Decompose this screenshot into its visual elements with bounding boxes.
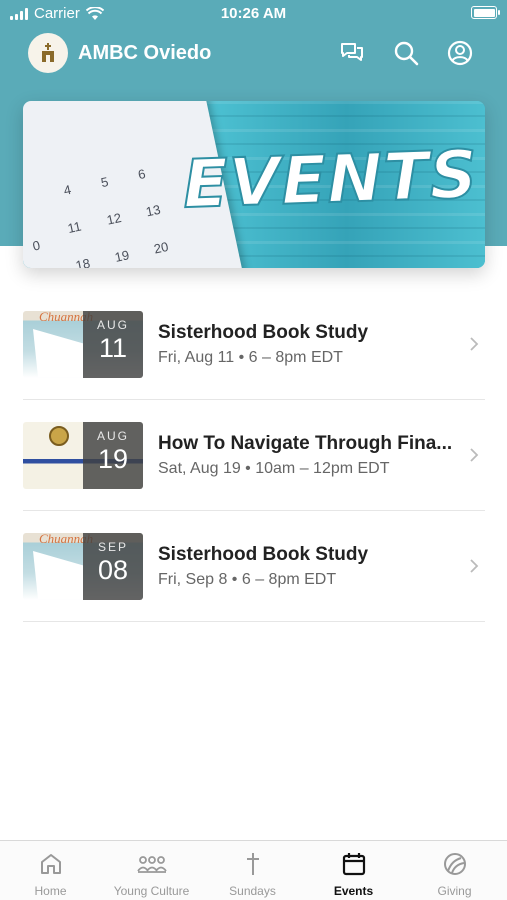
event-thumbnail: AUG 19 bbox=[23, 422, 143, 489]
home-icon bbox=[40, 854, 61, 874]
tab-events[interactable]: Events bbox=[303, 841, 404, 900]
chevron-right-icon bbox=[470, 559, 479, 573]
events-list: Chuannah AUG 11 Sisterhood Book Study Fr… bbox=[23, 289, 485, 622]
event-row[interactable]: Chuannah SEP 08 Sisterhood Book Study Fr… bbox=[23, 511, 485, 622]
group-icon bbox=[136, 856, 167, 873]
date-badge: SEP 08 bbox=[83, 533, 143, 600]
chevron-right-icon bbox=[470, 448, 479, 462]
tab-sundays[interactable]: Sundays bbox=[202, 841, 303, 900]
banner-title: EVENTS bbox=[181, 135, 481, 224]
tab-young-culture[interactable]: Young Culture bbox=[101, 841, 202, 900]
app-header: AMBC Oviedo bbox=[0, 30, 507, 76]
calendar-icon bbox=[342, 853, 365, 876]
date-badge: AUG 19 bbox=[83, 422, 143, 489]
tab-home[interactable]: Home bbox=[0, 841, 101, 900]
status-bar: Carrier 10:26 AM bbox=[0, 0, 507, 28]
event-title: How To Navigate Through Fina... bbox=[158, 433, 453, 454]
event-datetime: Sat, Aug 19 • 10am – 12pm EDT bbox=[158, 460, 390, 477]
battery-icon bbox=[471, 6, 500, 19]
event-datetime: Fri, Sep 8 • 6 – 8pm EDT bbox=[158, 571, 337, 588]
event-row[interactable]: AUG 19 How To Navigate Through Fina... S… bbox=[23, 400, 485, 511]
church-logo-icon bbox=[42, 43, 54, 62]
event-title: Sisterhood Book Study bbox=[158, 322, 369, 343]
search-icon[interactable] bbox=[392, 39, 420, 67]
profile-icon[interactable] bbox=[446, 39, 474, 67]
events-banner: 4 5 6 11 12 13 18 19 20 0 EVENTS bbox=[23, 101, 485, 268]
giving-icon bbox=[443, 853, 466, 875]
bottom-tab-bar: Home Young Culture Sundays Events Giving bbox=[0, 840, 507, 900]
cross-icon bbox=[246, 853, 259, 875]
event-title: Sisterhood Book Study bbox=[158, 544, 369, 565]
status-time: 10:26 AM bbox=[220, 5, 287, 22]
chat-icon[interactable] bbox=[338, 39, 366, 67]
church-logo-avatar[interactable] bbox=[28, 33, 68, 73]
event-thumbnail: Chuannah AUG 11 bbox=[23, 311, 143, 378]
date-badge: AUG 11 bbox=[83, 311, 143, 378]
app-title: AMBC Oviedo bbox=[78, 42, 212, 64]
tab-giving[interactable]: Giving bbox=[404, 841, 505, 900]
event-thumbnail: Chuannah SEP 08 bbox=[23, 533, 143, 600]
event-datetime: Fri, Aug 11 • 6 – 8pm EDT bbox=[158, 349, 343, 366]
chevron-right-icon bbox=[470, 337, 479, 351]
event-row[interactable]: Chuannah AUG 11 Sisterhood Book Study Fr… bbox=[23, 289, 485, 400]
